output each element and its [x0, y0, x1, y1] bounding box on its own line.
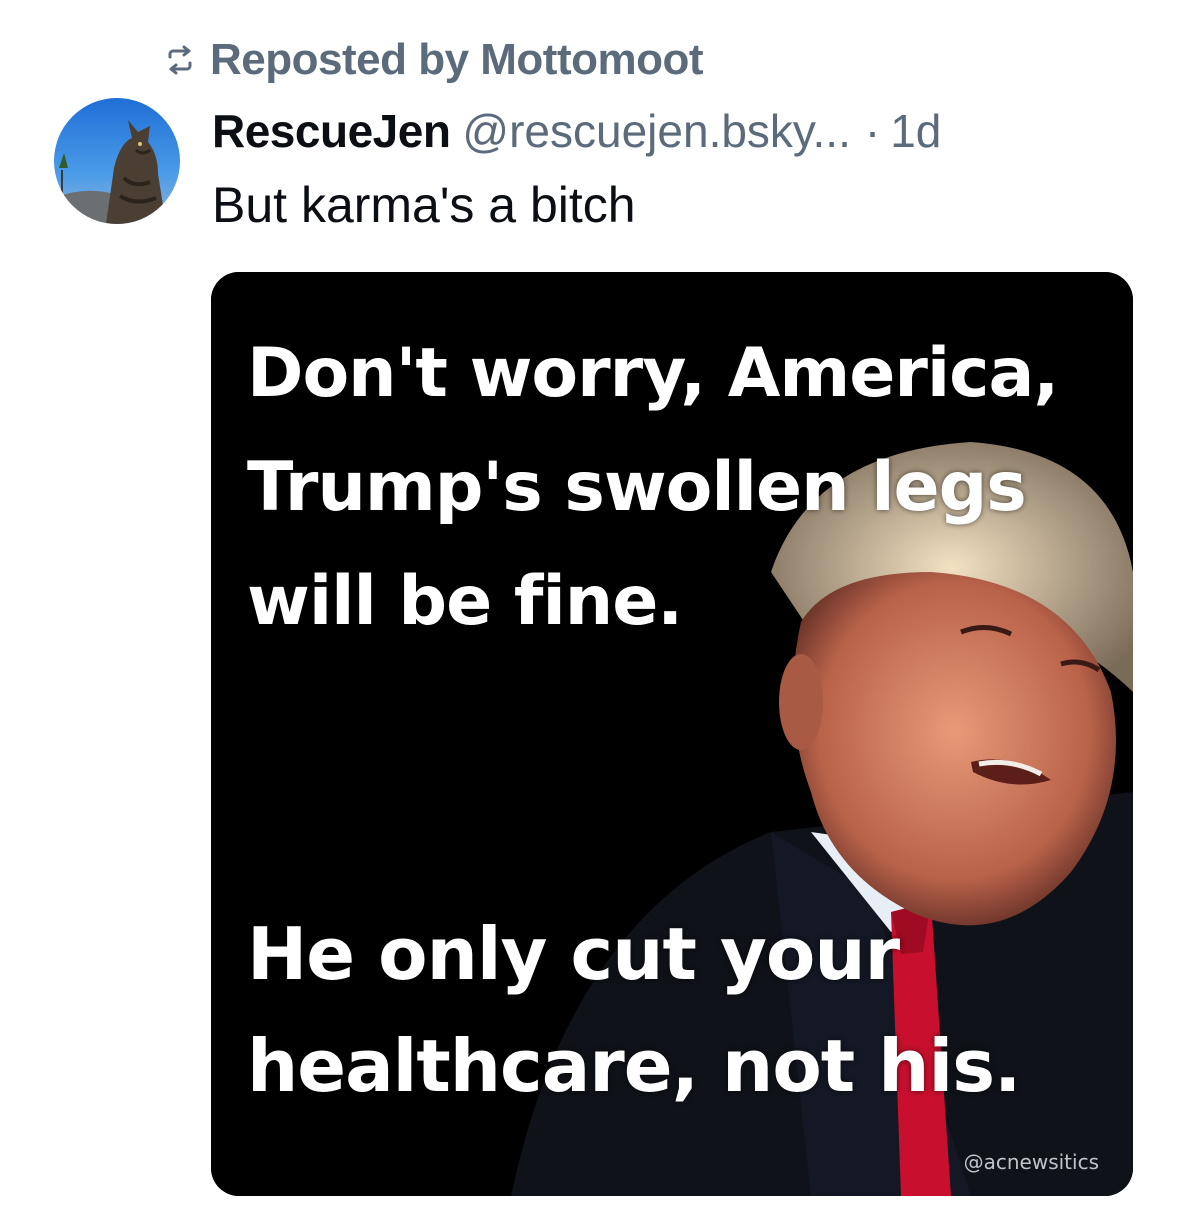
post-timestamp[interactable]: 1d [890, 104, 941, 158]
meme-text-line: Don't worry, America, [247, 334, 1059, 413]
repost-indicator[interactable]: Reposted by Mottomoot [162, 30, 704, 90]
cat-avatar-icon [54, 98, 180, 224]
post-image[interactable]: Don't worry, America, Trump's swollen le… [211, 272, 1133, 1196]
meme-text-line: will be fine. [247, 562, 683, 641]
repost-icon [162, 42, 198, 78]
avatar[interactable] [54, 98, 180, 224]
separator-dot: · [864, 105, 881, 157]
post-text: But karma's a bitch [212, 177, 636, 233]
repost-label[interactable]: Reposted by Mottomoot [210, 35, 704, 85]
meme-text-line: He only cut your [247, 912, 900, 996]
image-watermark: @acnewsitics [963, 1150, 1099, 1174]
post-header: RescueJen @rescuejen.bsky... · 1d [212, 100, 941, 162]
meme-text-line: Trump's swollen legs [247, 448, 1027, 527]
display-name[interactable]: RescueJen [212, 104, 451, 158]
user-handle[interactable]: @rescuejen.bsky... [462, 104, 850, 158]
meme-text-line: healthcare, not his. [247, 1024, 1021, 1108]
